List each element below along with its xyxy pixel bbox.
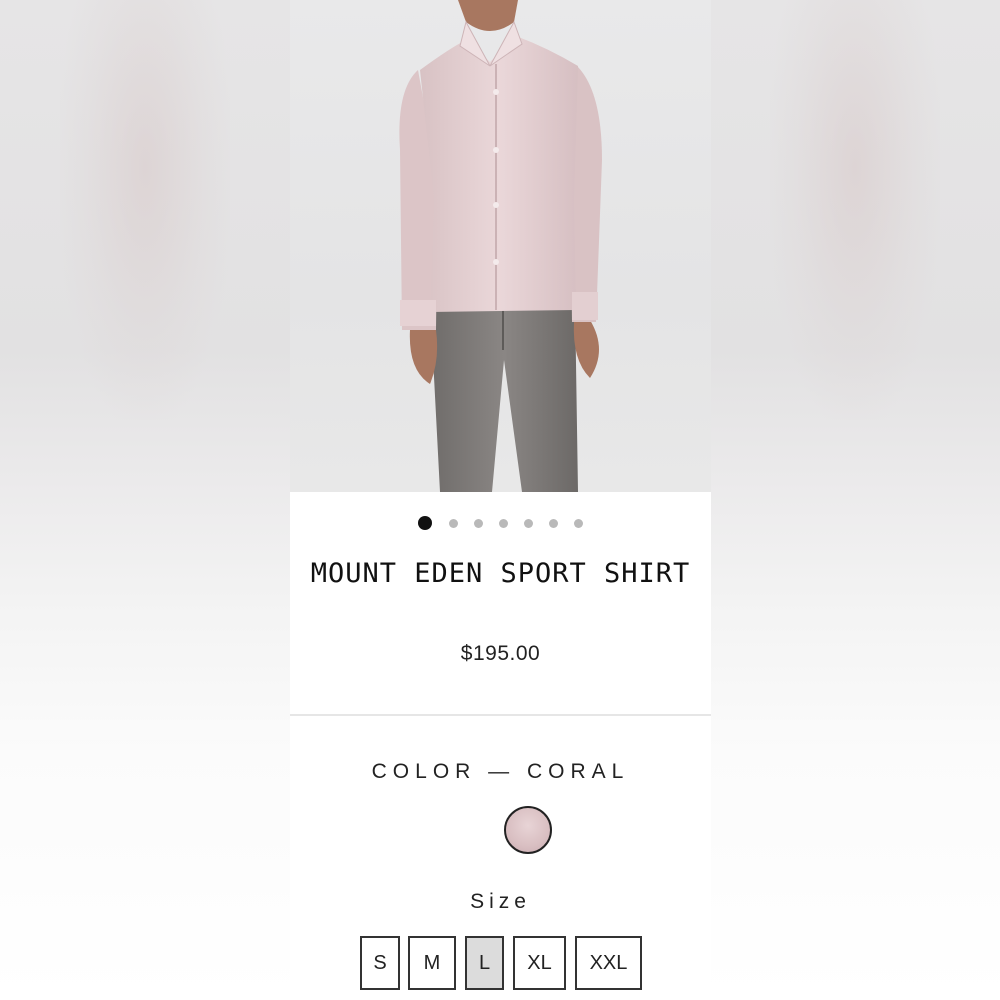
carousel-dot-4[interactable] bbox=[499, 518, 508, 528]
size-label: Size bbox=[470, 890, 531, 913]
carousel-dot-1[interactable] bbox=[418, 516, 432, 530]
product-image[interactable] bbox=[290, 0, 711, 492]
product-panel: MOUNT EDEN SPORT SHIRT $195.00 COLOR — C… bbox=[290, 0, 711, 1000]
color-label: COLOR — CORAL bbox=[371, 760, 630, 783]
blurred-backdrop-left bbox=[0, 0, 290, 1000]
blurred-backdrop-right bbox=[710, 0, 1000, 1000]
carousel-dot-5[interactable] bbox=[524, 518, 533, 528]
size-option-xl[interactable]: XL bbox=[513, 936, 566, 990]
product-price: $195.00 bbox=[460, 642, 541, 665]
model-photo bbox=[399, 0, 602, 492]
size-option-xxl[interactable]: XXL bbox=[575, 936, 642, 990]
size-option-l[interactable]: L bbox=[465, 936, 504, 990]
carousel-dot-6[interactable] bbox=[549, 518, 558, 528]
carousel-dot-7[interactable] bbox=[574, 518, 583, 528]
carousel-dot-3[interactable] bbox=[474, 518, 483, 528]
size-option-m[interactable]: M bbox=[408, 936, 456, 990]
carousel-dots bbox=[290, 515, 711, 531]
product-title: MOUNT EDEN SPORT SHIRT bbox=[310, 558, 691, 589]
divider bbox=[290, 714, 711, 716]
color-swatch-coral[interactable] bbox=[504, 806, 552, 854]
size-option-s[interactable]: S bbox=[360, 936, 400, 990]
carousel-dot-2[interactable] bbox=[449, 518, 458, 528]
